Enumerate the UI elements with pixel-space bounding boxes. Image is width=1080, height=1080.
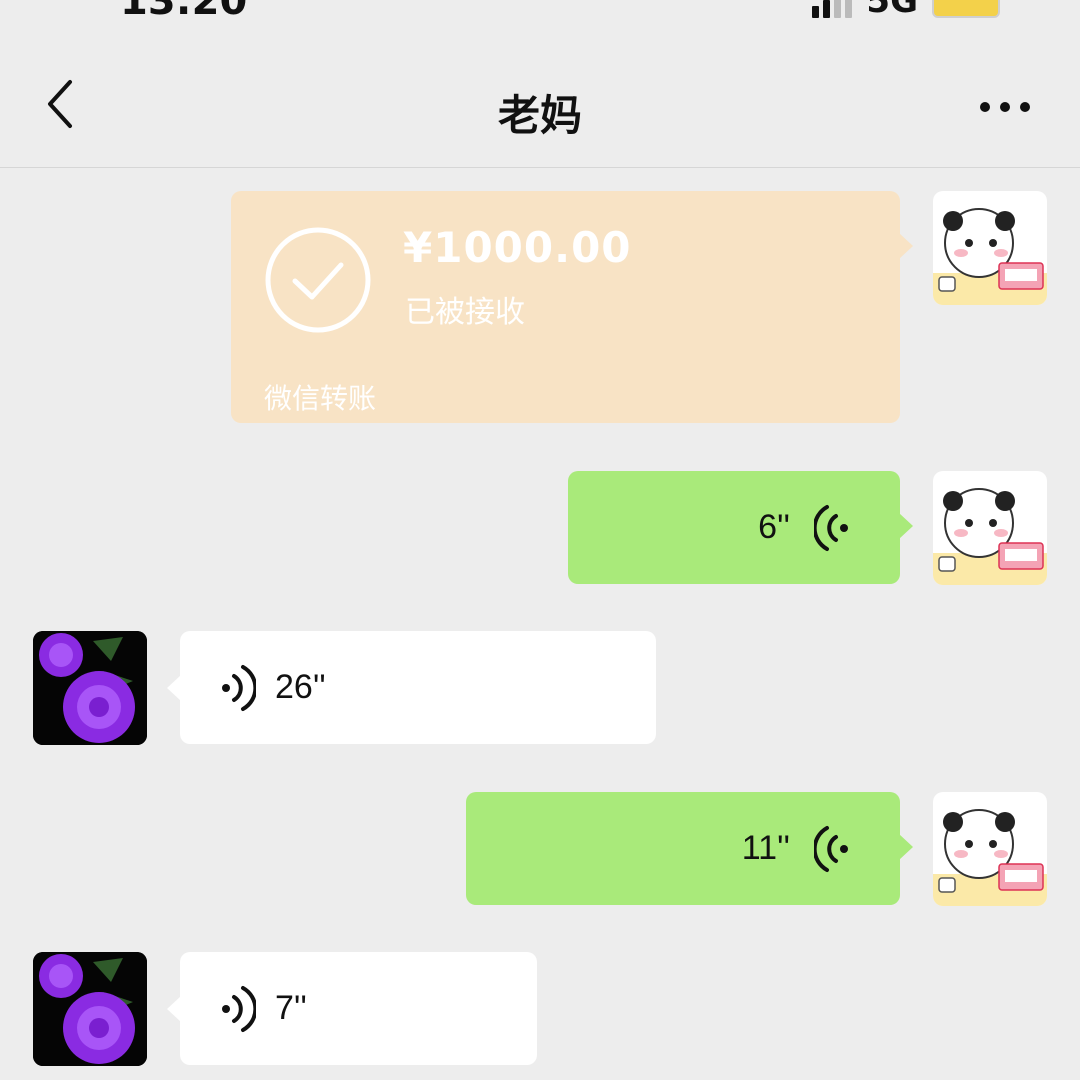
avatar-me[interactable]	[933, 471, 1047, 585]
avatar-mom[interactable]	[33, 631, 147, 745]
voice-wave-icon	[222, 665, 256, 711]
transfer-brand-label: 微信转账	[264, 382, 377, 415]
avatar-me[interactable]	[933, 191, 1047, 305]
purple-rose-avatar-icon	[33, 952, 147, 1066]
network-label: 5G	[866, 0, 918, 21]
voice-message-received[interactable]: 26''	[167, 631, 656, 744]
panda-avatar-icon	[933, 488, 1047, 585]
status-indicators: 5G	[812, 0, 1000, 18]
status-time: 13:20	[120, 0, 248, 24]
signal-icon	[812, 0, 853, 18]
voice-message-sent[interactable]: 11''	[466, 792, 913, 905]
chat-title: 老妈	[497, 91, 582, 140]
transfer-bubble[interactable]: ¥1000.00 已被接收 微信转账	[231, 191, 913, 423]
avatar-mom[interactable]	[33, 952, 147, 1066]
voice-message-sent[interactable]: 6''	[568, 471, 913, 584]
purple-rose-avatar-icon	[33, 631, 147, 745]
panda-avatar-icon	[933, 809, 1047, 906]
status-bar: 13:20 5G	[0, 0, 1080, 40]
panda-avatar-icon	[933, 208, 1047, 305]
chat-header: 老妈	[0, 40, 1080, 168]
voice-duration: 6''	[758, 508, 790, 546]
more-dots-icon[interactable]	[980, 102, 1030, 112]
voice-duration: 7''	[275, 989, 307, 1027]
avatar-me[interactable]	[933, 792, 1047, 906]
voice-wave-icon	[814, 505, 848, 551]
transfer-status: 已被接收	[405, 295, 525, 330]
voice-message-received[interactable]: 7''	[167, 952, 537, 1065]
transfer-amount: ¥1000.00	[403, 223, 632, 272]
voice-wave-icon	[814, 826, 848, 872]
battery-icon	[932, 0, 1000, 18]
voice-duration: 26''	[275, 668, 326, 706]
voice-wave-icon	[222, 986, 256, 1032]
voice-duration: 11''	[741, 829, 790, 867]
check-circle-icon	[265, 227, 371, 333]
